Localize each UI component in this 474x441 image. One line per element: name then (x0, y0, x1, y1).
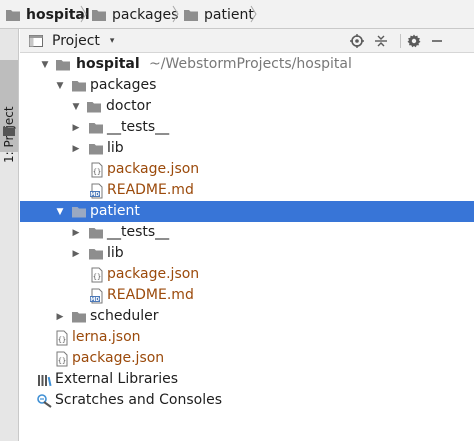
tree-node-label: lib (107, 140, 124, 156)
tree-node-scratches-and-consoles[interactable]: Scratches and Consoles (20, 390, 474, 411)
tree-node-label: __tests__ (107, 119, 170, 135)
tree-node-label: README.md (107, 287, 194, 303)
tree-node-label: lerna.json (72, 329, 141, 345)
tree-node-doctor-lib[interactable]: ▶ lib (20, 138, 474, 159)
tree-node-doctor-tests[interactable]: ▶ __tests__ (20, 117, 474, 138)
navigation-bar: hospital packages patient (0, 0, 474, 29)
json-file-icon: {} (91, 162, 103, 178)
tree-node-root-package-json[interactable]: {} package.json (20, 348, 474, 369)
svg-text:{}: {} (58, 336, 66, 344)
tree-node-label: External Libraries (55, 371, 178, 387)
project-panel-header: Project ▾ (20, 29, 474, 53)
project-view-label: Project (52, 33, 100, 49)
chevron-down-icon: ▾ (109, 36, 115, 46)
json-file-icon: {} (91, 267, 103, 283)
collapse-arrow-icon[interactable]: ▶ (71, 243, 81, 264)
chevron-right-icon (172, 5, 179, 23)
tree-node-label: package.json (107, 161, 200, 177)
breadcrumb-item-packages[interactable]: packages (91, 0, 178, 29)
folder-icon (72, 207, 86, 218)
markdown-file-icon: MD (90, 288, 103, 304)
minimize-icon[interactable] (428, 32, 446, 50)
folder-icon (72, 81, 86, 92)
svg-text:MD: MD (90, 192, 99, 198)
svg-text:{}: {} (93, 168, 101, 176)
json-file-icon: {} (56, 330, 68, 346)
project-view-icon (29, 35, 43, 47)
project-tool-window-tab[interactable]: 1: Project (0, 60, 18, 163)
collapse-arrow-icon[interactable]: ▶ (71, 222, 81, 243)
folder-icon (89, 123, 103, 134)
folder-icon (56, 60, 70, 71)
tree-node-patient-lib[interactable]: ▶ lib (20, 243, 474, 264)
tree-node-label: README.md (107, 182, 194, 198)
tree-node-doctor[interactable]: ▼ doctor (20, 96, 474, 117)
collapse-all-icon[interactable] (372, 32, 390, 50)
tree-node-patient-tests[interactable]: ▶ __tests__ (20, 222, 474, 243)
markdown-file-icon: MD (90, 183, 103, 199)
folder-icon (89, 144, 103, 155)
toolbar-divider (400, 34, 401, 48)
tree-node-scheduler[interactable]: ▶ scheduler (20, 306, 474, 327)
expand-arrow-icon[interactable]: ▼ (55, 201, 65, 222)
tree-node-doctor-package-json[interactable]: {} package.json (20, 159, 474, 180)
tree-node-label: hospital (76, 56, 140, 72)
tree-node-label: package.json (107, 266, 200, 282)
breadcrumb-label: packages (112, 6, 179, 23)
breadcrumb-item-patient[interactable]: patient (183, 0, 254, 29)
expand-arrow-icon[interactable]: ▼ (55, 75, 65, 96)
locate-icon[interactable] (348, 32, 366, 50)
tree-node-label: doctor (106, 98, 151, 114)
expand-arrow-icon[interactable]: ▼ (71, 96, 81, 117)
library-icon (38, 375, 52, 387)
tree-node-label: scheduler (90, 308, 159, 324)
collapse-arrow-icon[interactable]: ▶ (71, 138, 81, 159)
svg-text:{}: {} (93, 273, 101, 281)
tree-node-hospital[interactable]: ▼ hospital ~/WebstormProjects/hospital (20, 54, 474, 75)
json-file-icon: {} (56, 351, 68, 367)
tree-node-patient-package-json[interactable]: {} package.json (20, 264, 474, 285)
chevron-right-icon (250, 5, 257, 23)
folder-icon (3, 127, 15, 136)
folder-icon (72, 312, 86, 323)
tree-node-patient-readme[interactable]: MD README.md (20, 285, 474, 306)
tree-node-doctor-readme[interactable]: MD README.md (20, 180, 474, 201)
gear-icon[interactable] (405, 32, 423, 50)
folder-icon (184, 9, 198, 21)
tree-node-label: lib (107, 245, 124, 261)
tree-node-lerna-json[interactable]: {} lerna.json (20, 327, 474, 348)
breadcrumb-item-hospital[interactable]: hospital (5, 0, 90, 29)
chevron-right-icon (80, 5, 87, 23)
tree-node-packages[interactable]: ▼ packages (20, 75, 474, 96)
tool-window-stripe: 1: Project (0, 29, 19, 441)
collapse-arrow-icon[interactable]: ▶ (71, 117, 81, 138)
expand-arrow-icon[interactable]: ▼ (40, 54, 50, 75)
project-path: ~/WebstormProjects/hospital (149, 56, 352, 72)
tree-node-label: package.json (72, 350, 165, 366)
breadcrumb-label: patient (204, 6, 254, 23)
folder-icon (6, 9, 20, 21)
tree-node-label: Scratches and Consoles (55, 392, 222, 408)
tree-node-patient[interactable]: ▼ patient (20, 201, 474, 222)
scratches-icon (37, 394, 52, 408)
svg-text:{}: {} (58, 357, 66, 365)
svg-text:MD: MD (90, 297, 99, 303)
project-tree: ▼ hospital ~/WebstormProjects/hospital ▼… (20, 54, 474, 441)
collapse-arrow-icon[interactable]: ▶ (55, 306, 65, 327)
folder-icon (92, 9, 106, 21)
tree-node-label: patient (90, 203, 140, 219)
folder-icon (89, 228, 103, 239)
folder-icon (89, 249, 103, 260)
tree-node-label: __tests__ (107, 224, 170, 240)
tree-node-label: packages (90, 77, 157, 93)
project-view-selector[interactable]: Project ▾ (28, 29, 114, 53)
tree-node-external-libraries[interactable]: External Libraries (20, 369, 474, 390)
folder-icon (87, 102, 101, 113)
